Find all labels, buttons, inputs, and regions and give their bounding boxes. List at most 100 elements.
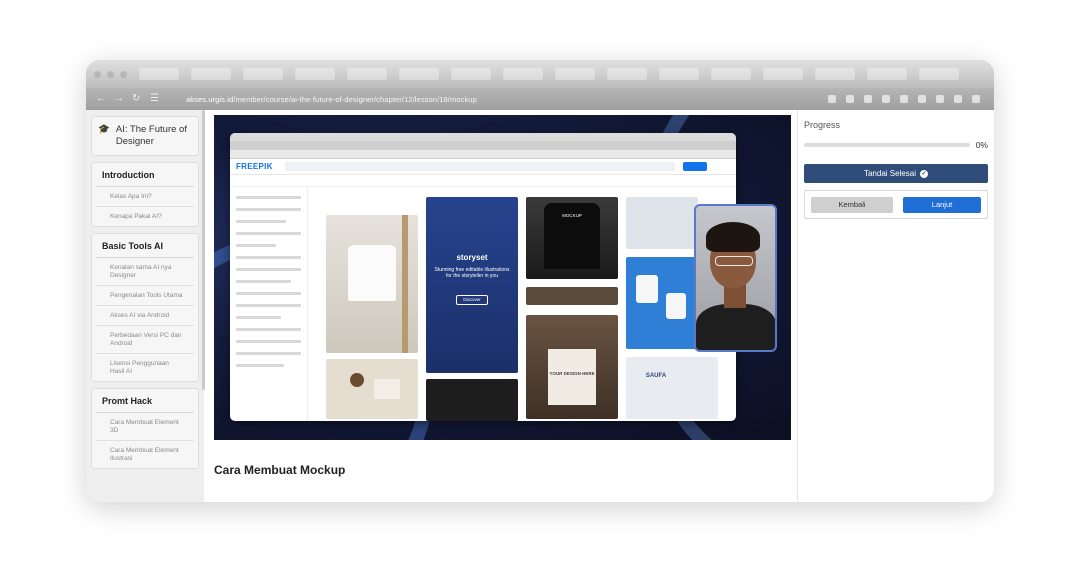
extension-icon[interactable] [900, 95, 908, 103]
freepik-filters-panel [230, 187, 308, 421]
mockup-print-text: MOCKUP [562, 213, 582, 218]
lesson-item[interactable]: Lisensi Penggunaan Hasil AI [96, 354, 194, 381]
lesson-item[interactable]: Kenalan sama AI nya Designer [96, 258, 194, 286]
browser-tab[interactable] [763, 68, 803, 80]
section-introduction: Introduction Kelas Apa Ini? Kenapa Pakai… [91, 162, 199, 227]
forward-arrow-icon[interactable]: → [114, 94, 124, 104]
window-minimize-control[interactable] [107, 70, 114, 78]
recorded-address-bar [230, 150, 736, 159]
browser-tab[interactable] [607, 68, 647, 80]
recorded-tab-bar [230, 141, 736, 150]
next-button[interactable]: Lanjut [903, 196, 981, 213]
progress-panel: Progress 0% Tandai Selesai ✓ Kembali Lan… [798, 110, 994, 502]
recorded-browser-screen: FREEPIK storyset Stunning free editable … [230, 133, 736, 421]
section-promt-hack: Promt Hack Cara Membuat Element 3D Cara … [91, 388, 199, 469]
browser-tab[interactable] [503, 68, 543, 80]
download-icon[interactable] [936, 95, 944, 103]
extension-icon[interactable] [864, 95, 872, 103]
freepik-filter-row [230, 175, 736, 187]
freepik-logo: FREEPIK [236, 162, 273, 171]
section-basic-tools-ai: Basic Tools AI Kenalan sama AI nya Desig… [91, 233, 199, 382]
browser-tab[interactable] [815, 68, 855, 80]
lesson-item[interactable]: Kenapa Pakai AI? [96, 207, 194, 226]
lesson-item[interactable]: Perbedaan Versi PC dan Android [96, 326, 194, 354]
browser-tab[interactable] [919, 68, 959, 80]
url-text[interactable]: akses.urgis.id/member/course/ai-the-futu… [186, 95, 477, 104]
extension-toolbar [828, 95, 980, 103]
back-button[interactable]: Kembali [811, 196, 893, 213]
browser-tab[interactable] [347, 68, 387, 80]
browser-tab[interactable] [295, 68, 335, 80]
reload-icon[interactable]: ↻ [132, 94, 142, 104]
browser-tab[interactable] [711, 68, 751, 80]
presenter-shirt [696, 304, 775, 350]
browser-tab[interactable] [399, 68, 439, 80]
recorded-menu-bar [230, 133, 736, 141]
sign-text: SAUFA [645, 373, 667, 379]
section-title[interactable]: Basic Tools AI [96, 234, 194, 258]
dark-thumbnail [426, 379, 518, 421]
bag-print-text: YOUR DESIGN HERE [549, 371, 595, 376]
progress-row: 0% [804, 140, 988, 150]
video-player[interactable]: FREEPIK storyset Stunning free editable … [214, 115, 791, 440]
window-close-control[interactable] [94, 70, 101, 78]
mark-complete-label: Tandai Selesai [863, 169, 917, 178]
tshirt-hanger-thumbnail [326, 215, 418, 353]
browser-tab[interactable] [867, 68, 907, 80]
browser-window: ← → ↻ ☰ akses.urgis.id/member/course/ai-… [86, 60, 994, 502]
stationery-thumbnail [626, 197, 698, 249]
url-path: /member/course/ai-the-future-of-designer… [233, 94, 477, 104]
extension-icon[interactable] [846, 95, 854, 103]
mark-complete-button[interactable]: Tandai Selesai ✓ [804, 164, 988, 183]
freepik-search [284, 162, 675, 171]
lesson-item[interactable]: Pengenalan Tools Utama [96, 286, 194, 306]
freepik-search-button [682, 162, 707, 171]
address-bar[interactable]: ← → ↻ ☰ akses.urgis.id/member/course/ai-… [86, 88, 994, 110]
lesson-item[interactable]: Cara Membuat Element 3D [96, 413, 194, 441]
freepik-header: FREEPIK [230, 159, 736, 175]
mugs-thumbnail [626, 257, 698, 349]
extension-icon[interactable] [918, 95, 926, 103]
lesson-item[interactable]: Cara Membuat Element Ilustrasi [96, 441, 194, 468]
coffee-flatlay-thumbnail [326, 359, 418, 419]
graduation-cap-icon: 🎓 [98, 124, 110, 135]
storyset-discover-button: Discover [456, 295, 488, 305]
back-arrow-icon[interactable]: ← [96, 94, 106, 104]
wood-thumbnail [526, 287, 618, 305]
browser-tab-bar [86, 60, 994, 88]
lesson-navigation: Kembali Lanjut [804, 190, 988, 219]
storyset-text: Stunning free editable illustrations for… [434, 267, 510, 279]
lesson-item[interactable]: Akses AI via Android [96, 306, 194, 326]
extension-icon[interactable] [882, 95, 890, 103]
sidebar-scrollbar[interactable] [202, 110, 205, 390]
tote-bag-thumbnail: YOUR DESIGN HERE [526, 315, 618, 419]
storyset-thumbnail: storyset Stunning free editable illustra… [426, 197, 518, 373]
main-content: FREEPIK storyset Stunning free editable … [206, 110, 797, 502]
window-zoom-control[interactable] [120, 70, 127, 78]
storyset-title: storyset [456, 253, 488, 262]
course-title-card: 🎓 AI: The Future of Designer [91, 116, 199, 156]
lesson-title: Cara Membuat Mockup [214, 463, 346, 477]
url-host: akses.urgis.id [186, 94, 234, 104]
browser-tab[interactable] [555, 68, 595, 80]
black-tshirt-thumbnail: MOCKUP [526, 197, 618, 279]
progress-bar [804, 143, 970, 147]
browser-tab[interactable] [451, 68, 491, 80]
site-info-icon[interactable]: ☰ [150, 94, 160, 104]
profile-icon[interactable] [954, 95, 962, 103]
section-title[interactable]: Introduction [96, 163, 194, 187]
course-title: AI: The Future of Designer [115, 124, 187, 147]
browser-tab[interactable] [243, 68, 283, 80]
presenter-webcam [694, 204, 777, 352]
lesson-item[interactable]: Kelas Apa Ini? [96, 187, 194, 207]
browser-tab[interactable] [191, 68, 231, 80]
course-sidebar: 🎓 AI: The Future of Designer Introductio… [86, 110, 204, 502]
section-title[interactable]: Promt Hack [96, 389, 194, 413]
presenter-glasses [715, 256, 753, 266]
browser-tab[interactable] [139, 68, 179, 80]
menu-icon[interactable] [972, 95, 980, 103]
browser-tab[interactable] [659, 68, 699, 80]
bookmark-icon[interactable] [828, 95, 836, 103]
progress-percent: 0% [975, 140, 988, 150]
check-circle-icon: ✓ [920, 169, 929, 178]
